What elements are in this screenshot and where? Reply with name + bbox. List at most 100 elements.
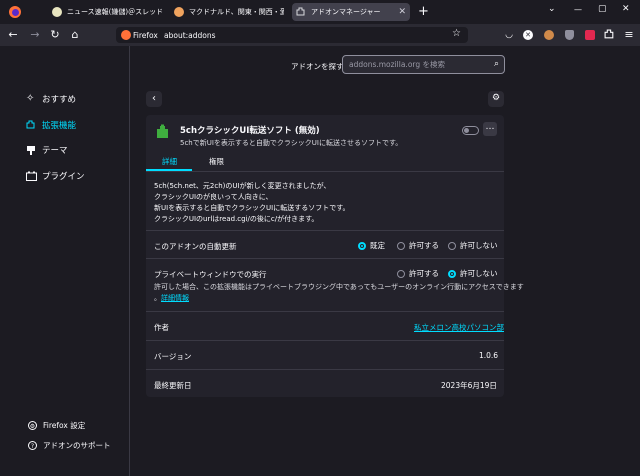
auto-update-deny-radio[interactable]: 許可しない: [448, 240, 498, 251]
back-button[interactable]: ‹: [146, 91, 162, 107]
bookmark-star-icon[interactable]: ☆: [452, 28, 461, 39]
firefox-identity-icon: [121, 30, 131, 40]
tab-5ch[interactable]: ニュース速報(嫌儲)＠スレッド一覧 - 5ch: [48, 3, 166, 21]
extensions-puzzle-icon[interactable]: [604, 29, 615, 42]
radio-dot: [358, 241, 366, 250]
description-line-3: 新UIを表示すると自動でクラシックUIに転送するソフトです。: [154, 204, 350, 212]
back-arrow-icon[interactable]: ←: [6, 28, 20, 42]
radio-dot: [397, 269, 405, 278]
puzzle-icon: [296, 7, 306, 17]
author-label: 作者: [154, 323, 169, 332]
private-window-label: プライベートウィンドウでの実行: [154, 270, 267, 279]
tab-title: マクドナルド、関東・関西・愛知で仕: [189, 8, 284, 16]
extension-x-icon[interactable]: ✕: [523, 30, 533, 40]
sidebar-addon-support[interactable]: ? アドオンのサポート: [28, 440, 111, 451]
private-note-line-2: 。詳細情報: [154, 293, 189, 303]
search-label: アドオンを探す: [291, 62, 344, 71]
extension-shield-icon[interactable]: [565, 30, 574, 40]
enable-toggle[interactable]: [462, 126, 479, 135]
private-allow-radio[interactable]: 許可する: [397, 268, 439, 279]
extension-red-icon[interactable]: [585, 30, 595, 40]
new-tab-button[interactable]: +: [418, 4, 429, 19]
tab-title: ニュース速報(嫌儲)＠スレッド一覧 - 5ch: [67, 8, 162, 16]
tab-addon-manager[interactable]: アドオンマネージャー ✕: [292, 3, 410, 21]
home-icon[interactable]: ⌂: [68, 28, 82, 42]
maximize-button[interactable]: ▢: [598, 4, 607, 14]
search-input[interactable]: [343, 56, 483, 73]
gear-icon: ⚙: [28, 421, 37, 430]
learn-more-link[interactable]: 詳細情報: [161, 294, 189, 302]
addon-puzzle-icon: [155, 124, 171, 142]
sidebar-item-label: おすすめ: [42, 95, 77, 105]
pocket-icon[interactable]: ◡: [502, 28, 516, 42]
tab-details[interactable]: 詳細: [162, 156, 177, 167]
radio-label: 既定: [370, 241, 385, 250]
sidebar-item-plugins[interactable]: プラグイン: [26, 169, 85, 183]
addon-name: 5chクラシックUI転送ソフト (無効): [180, 126, 320, 136]
description-line-1: 5ch(5ch.net、元2ch)のUIが新しく変更されましたが、: [154, 182, 331, 190]
search-icon[interactable]: ⌕: [494, 59, 499, 69]
auto-update-default-radio[interactable]: 既定: [358, 240, 385, 251]
puzzle-icon: [26, 120, 36, 130]
brush-icon: [26, 145, 36, 155]
private-deny-radio[interactable]: 許可しない: [448, 268, 498, 279]
private-note-period: 。: [154, 294, 161, 302]
extension-cookie-icon[interactable]: [544, 30, 554, 40]
sidebar-item-label: 拡張機能: [42, 121, 77, 131]
author-link[interactable]: 私立メロン高校パソコン部: [414, 322, 504, 333]
version-value: 1.0.6: [479, 351, 499, 360]
radio-dot: [448, 269, 456, 278]
support-label: アドオンのサポート: [43, 441, 111, 450]
addon-search-box[interactable]: ⌕: [342, 55, 505, 74]
toggle-knob: [464, 128, 469, 133]
sparkle-icon: ✧: [26, 93, 35, 104]
auto-update-divider: [146, 258, 504, 259]
tab-mcdonalds[interactable]: マクドナルド、関東・関西・愛知で仕: [170, 3, 288, 21]
description-line-2: クラシックUIのが良いって人向きに、: [154, 193, 273, 201]
sidebar-item-label: テーマ: [42, 146, 68, 156]
last-updated-label: 最終更新日: [154, 381, 192, 390]
menu-hamburger-icon[interactable]: ≡: [622, 28, 636, 42]
firefox-view-icon[interactable]: [8, 5, 22, 19]
tab-list-icon[interactable]: ⌄: [548, 4, 556, 14]
close-window-button[interactable]: ✕: [622, 4, 630, 14]
auto-update-label: このアドオンの自動更新: [154, 242, 237, 251]
sidebar-item-themes[interactable]: テーマ: [26, 143, 68, 157]
version-divider: [146, 369, 504, 370]
favicon-5ch-icon: [52, 7, 62, 17]
categories-sidebar: ✧ おすすめ 拡張機能 テーマ プラグイン ⚙ Firefox 設定 ? アドオ…: [0, 46, 130, 476]
addon-summary: 5chで新UIを表示すると自動でクラシックUIに転送させるソフトです。: [180, 139, 403, 147]
close-tab-icon[interactable]: ✕: [398, 7, 406, 17]
forward-arrow-icon[interactable]: →: [28, 28, 42, 42]
radio-label: 許可する: [409, 269, 439, 278]
description-line-4: クラシックUIのurlはread.cgi/の後にc/が付きます。: [154, 215, 319, 223]
url-bar[interactable]: Firefox about:addons ☆: [116, 27, 468, 43]
more-options-button[interactable]: …: [483, 122, 497, 136]
author-divider: [146, 340, 504, 341]
reload-icon[interactable]: ↻: [48, 28, 62, 42]
identity-label[interactable]: Firefox: [133, 31, 158, 40]
tab-strip: ニュース速報(嫌儲)＠スレッド一覧 - 5ch マクドナルド、関東・関西・愛知で…: [0, 0, 640, 24]
tab-title: アドオンマネージャー: [311, 8, 381, 16]
favicon-news-icon: [174, 7, 184, 17]
version-label: バージョン: [154, 352, 192, 361]
address-text[interactable]: about:addons: [164, 31, 216, 40]
auto-update-allow-radio[interactable]: 許可する: [397, 240, 439, 251]
help-icon: ?: [28, 441, 37, 450]
page-options-gear-icon[interactable]: ⚙: [488, 91, 504, 107]
sidebar-item-recommended[interactable]: ✧ おすすめ: [26, 92, 76, 106]
addon-detail-card: [146, 115, 504, 397]
description-divider: [146, 230, 504, 231]
sidebar-item-extensions[interactable]: 拡張機能: [26, 118, 76, 132]
radio-label: 許可する: [409, 241, 439, 250]
radio-label: 許可しない: [460, 269, 498, 278]
radio-dot: [448, 241, 456, 250]
sidebar-firefox-settings[interactable]: ⚙ Firefox 設定: [28, 420, 85, 431]
tabs-divider: [146, 171, 504, 172]
plugin-icon: [26, 171, 37, 181]
last-updated-value: 2023年6月19日: [441, 381, 497, 390]
navigation-toolbar: ← → ↻ ⌂ Firefox about:addons ☆ ◡ ✕ ≡: [0, 24, 640, 46]
minimize-button[interactable]: —: [574, 5, 582, 14]
private-note-line-1: 許可した場合、この拡張機能はプライベートブラウジング中であってもユーザーのオンラ…: [154, 283, 524, 291]
tab-permissions[interactable]: 権限: [209, 156, 224, 167]
